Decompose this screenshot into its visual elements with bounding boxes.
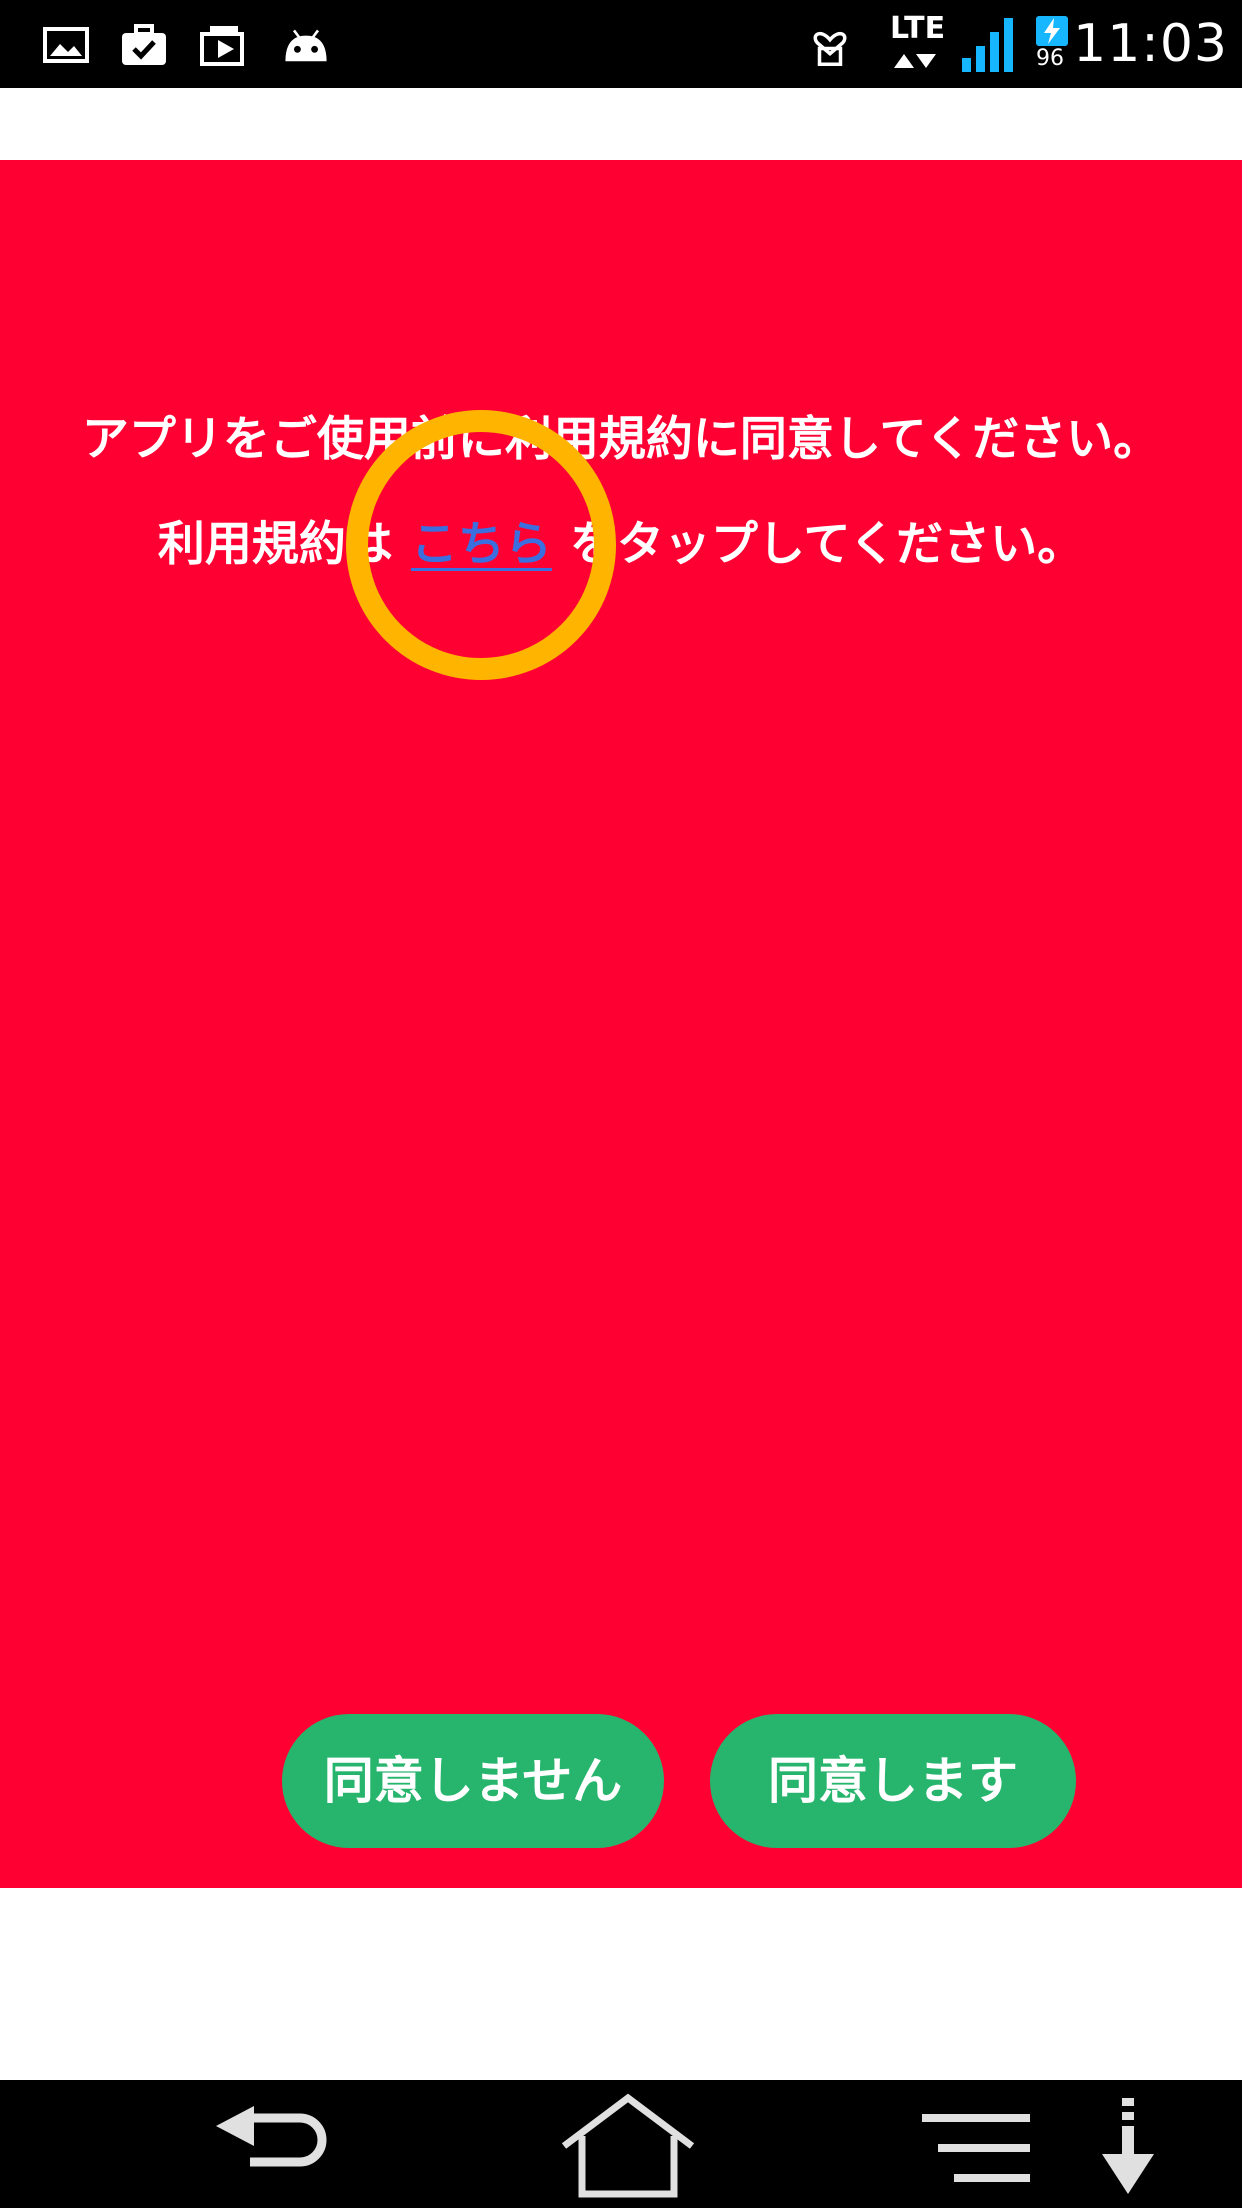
screen: LTE 96 11:03 アプリをご使用前に利用規約に同意してください。 利用規… [0,0,1242,2208]
home-icon[interactable] [558,2090,698,2200]
data-arrows-icon [894,54,936,68]
download-icon[interactable] [1098,2094,1158,2204]
heart-device-icon [813,31,847,66]
terms-consent-panel: アプリをご使用前に利用規約に同意してください。 利用規約は こちら をタップしてくだ… [0,160,1242,1888]
agree-button[interactable]: 同意します [710,1714,1076,1848]
disagree-button[interactable]: 同意しません [282,1714,664,1848]
consent-message: アプリをご使用前に利用規約に同意してください。 [81,412,1161,467]
android-icon [285,29,327,62]
gallery-icon [43,27,89,63]
terms-instruction-suffix: をタップしてください。 [569,517,1085,572]
signal-icon [962,18,1013,72]
lte-data-icon: LTE [890,14,945,70]
battery-percent: 96 [1036,46,1064,71]
terms-link[interactable]: こちら [393,517,570,572]
network-type: LTE [890,11,946,46]
media-bag-icon [200,26,244,66]
clock: 11:03 [1073,14,1228,74]
back-icon[interactable] [210,2104,330,2184]
terms-instruction-prefix: 利用規約は [157,517,393,572]
status-bar: LTE 96 11:03 [0,0,1242,88]
terms-instruction: 利用規約は こちら をタップしてください。 [0,515,1242,575]
battery-charging-icon [1036,16,1068,46]
menu-icon[interactable] [918,2110,1038,2190]
navigation-bar [0,2080,1242,2208]
briefcase-check-icon [122,24,166,65]
